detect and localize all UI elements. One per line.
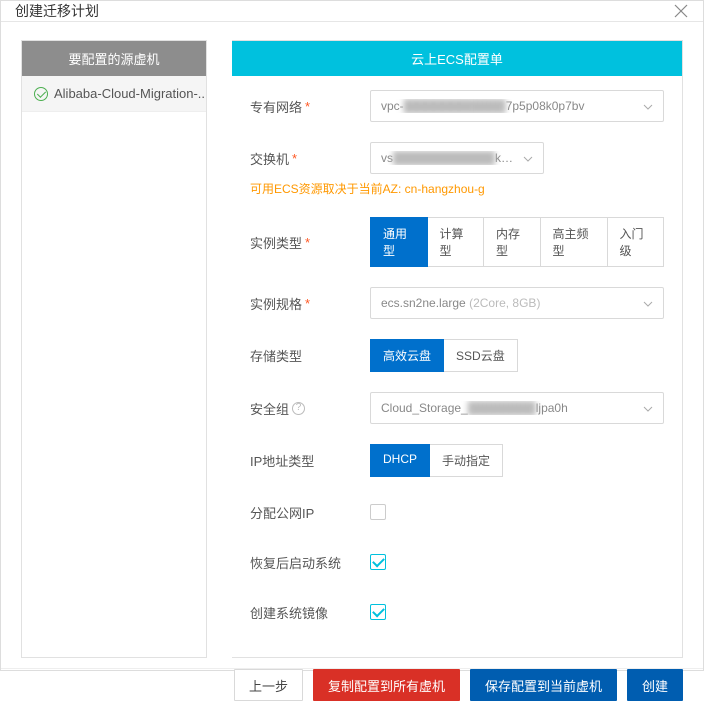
instance-spec-select[interactable]: ecs.sn2ne.large (2Core, 8GB) xyxy=(370,287,664,319)
row-ip-type: IP地址类型 DHCP 手动指定 xyxy=(250,444,664,477)
create-image-checkbox[interactable] xyxy=(370,604,386,620)
label-start-after: 恢复后启动系统 xyxy=(250,553,370,572)
source-vm-item[interactable]: Alibaba-Cloud-Migration-... xyxy=(22,76,206,112)
label-create-image: 创建系统镜像 xyxy=(250,603,370,622)
chevron-down-icon xyxy=(523,151,533,165)
row-public-ip: 分配公网IP xyxy=(250,497,664,527)
chevron-down-icon xyxy=(643,99,653,113)
ip-manual[interactable]: 手动指定 xyxy=(429,444,503,477)
row-start-after: 恢复后启动系统 xyxy=(250,547,664,577)
vm-name: Alibaba-Cloud-Migration-... xyxy=(54,86,206,101)
help-icon[interactable]: ? xyxy=(292,402,305,415)
migration-dialog: 创建迁移计划 要配置的源虚机 Alibaba-Cloud-Migration-.… xyxy=(0,0,704,671)
dialog-body: 要配置的源虚机 Alibaba-Cloud-Migration-... 云上EC… xyxy=(1,22,703,668)
start-after-checkbox[interactable] xyxy=(370,554,386,570)
public-ip-checkbox[interactable] xyxy=(370,504,386,520)
dialog-title: 创建迁移计划 xyxy=(15,1,99,21)
label-vpc: 专有网络* xyxy=(250,97,370,116)
label-instance-type: 实例类型* xyxy=(250,233,370,252)
security-group-select[interactable]: Cloud_Storage_████████ljpa0h xyxy=(370,392,664,424)
row-instance-type: 实例类型* 通用型 计算型 内存型 高主频型 入门级 xyxy=(250,217,664,267)
instance-type-highfreq[interactable]: 高主频型 xyxy=(540,217,608,267)
row-vswitch: 交换机* vs████████████k1m5roilgh6kc 可用ECS资源… xyxy=(250,142,664,197)
row-storage-type: 存储类型 高效云盘 SSD云盘 xyxy=(250,339,664,372)
back-button[interactable]: 上一步 xyxy=(234,669,303,701)
check-icon xyxy=(34,87,48,101)
source-vm-header: 要配置的源虚机 xyxy=(22,41,206,76)
row-instance-spec: 实例规格* ecs.sn2ne.large (2Core, 8GB) xyxy=(250,287,664,319)
ecs-config-panel: 云上ECS配置单 专有网络* vpc-████████████7p5p08k0p… xyxy=(232,40,683,658)
chevron-down-icon xyxy=(643,401,653,415)
vswitch-select[interactable]: vs████████████k1m5roilgh6kc xyxy=(370,142,544,174)
close-icon[interactable] xyxy=(671,1,691,21)
instance-type-compute[interactable]: 计算型 xyxy=(427,217,485,267)
create-button[interactable]: 创建 xyxy=(627,669,683,701)
ecs-config-header: 云上ECS配置单 xyxy=(232,41,682,76)
ecs-form: 专有网络* vpc-████████████7p5p08k0p7bv 交换机* xyxy=(232,76,682,657)
storage-efficient[interactable]: 高效云盘 xyxy=(370,339,444,372)
instance-type-memory[interactable]: 内存型 xyxy=(483,217,541,267)
label-security-group: 安全组 ? xyxy=(250,399,370,418)
dialog-footer: 上一步 复制配置到所有虚机 保存配置到当前虚机 创建 xyxy=(1,668,703,701)
storage-type-group: 高效云盘 SSD云盘 xyxy=(370,339,518,372)
instance-type-group: 通用型 计算型 内存型 高主频型 入门级 xyxy=(370,217,664,267)
az-note: 可用ECS资源取决于当前AZ: cn-hangzhou-g xyxy=(250,180,485,197)
save-to-current-button[interactable]: 保存配置到当前虚机 xyxy=(470,669,617,701)
label-vswitch: 交换机* xyxy=(250,149,370,168)
instance-type-general[interactable]: 通用型 xyxy=(370,217,428,267)
copy-to-all-button[interactable]: 复制配置到所有虚机 xyxy=(313,669,460,701)
ip-dhcp[interactable]: DHCP xyxy=(370,444,430,477)
ip-type-group: DHCP 手动指定 xyxy=(370,444,503,477)
label-instance-spec: 实例规格* xyxy=(250,294,370,313)
row-create-image: 创建系统镜像 xyxy=(250,597,664,627)
row-vpc: 专有网络* vpc-████████████7p5p08k0p7bv xyxy=(250,90,664,122)
storage-ssd[interactable]: SSD云盘 xyxy=(443,339,518,372)
titlebar: 创建迁移计划 xyxy=(1,1,703,22)
source-vm-panel: 要配置的源虚机 Alibaba-Cloud-Migration-... xyxy=(21,40,207,658)
chevron-down-icon xyxy=(643,296,653,310)
instance-type-entry[interactable]: 入门级 xyxy=(607,217,665,267)
vpc-select[interactable]: vpc-████████████7p5p08k0p7bv xyxy=(370,90,664,122)
label-ip-type: IP地址类型 xyxy=(250,451,370,470)
label-public-ip: 分配公网IP xyxy=(250,503,370,522)
label-storage-type: 存储类型 xyxy=(250,346,370,365)
row-security-group: 安全组 ? Cloud_Storage_████████ljpa0h xyxy=(250,392,664,424)
